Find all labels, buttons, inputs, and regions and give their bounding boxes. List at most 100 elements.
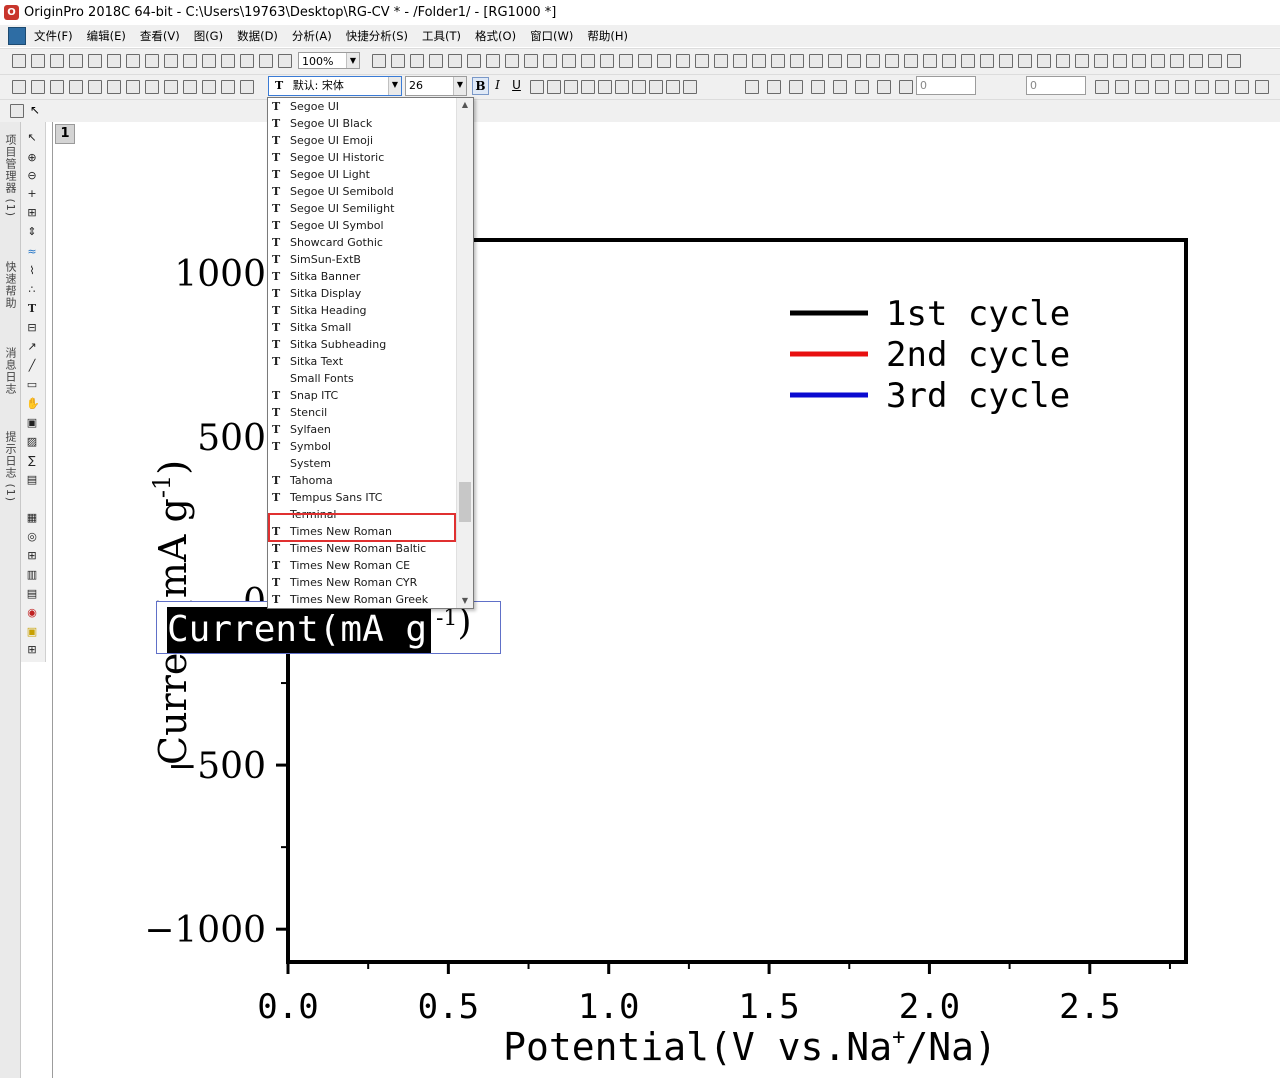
- truetype-icon: T: [272, 185, 281, 198]
- y-title-selected-text[interactable]: Current(mA g: [167, 607, 432, 653]
- truetype-icon: T: [272, 542, 281, 555]
- truetype-icon: T: [272, 321, 281, 334]
- y-title-sup: -1: [436, 606, 458, 631]
- x-axis-title-tail: /Na): [905, 1025, 997, 1069]
- font-list-item-label: Times New Roman CYR: [290, 576, 418, 589]
- x-axis-title-sup: +: [892, 1025, 905, 1050]
- font-list-item[interactable]: T Segoe UI: [268, 98, 454, 115]
- x-tick-label[interactable]: 1.5: [738, 987, 799, 1027]
- font-list-item[interactable]: T SimSun-ExtB: [268, 251, 454, 268]
- y-tick-label[interactable]: 500: [197, 418, 266, 459]
- x-tick-label[interactable]: 2.5: [1059, 987, 1120, 1027]
- font-list-item-label: Segoe UI Symbol: [290, 219, 384, 232]
- x-tick-label[interactable]: 1.0: [578, 987, 639, 1027]
- scroll-up-icon[interactable]: ▲: [457, 98, 473, 112]
- legend-label[interactable]: 3rd cycle: [886, 376, 1070, 416]
- font-list-item[interactable]: T Sitka Subheading: [268, 336, 454, 353]
- dropdown-scrollbar[interactable]: ▲ ▼: [456, 98, 473, 608]
- font-list-item-label: Sitka Subheading: [290, 338, 387, 351]
- font-list-item[interactable]: T Segoe UI Light: [268, 166, 454, 183]
- font-list-item[interactable]: T Showcard Gothic: [268, 234, 454, 251]
- font-list-item[interactable]: T Sitka Banner: [268, 268, 454, 285]
- font-list-item[interactable]: T Segoe UI Black: [268, 115, 454, 132]
- truetype-icon: T: [272, 474, 281, 487]
- font-list-item[interactable]: T Segoe UI Symbol: [268, 217, 454, 234]
- font-list-item-label: Sitka Heading: [290, 304, 367, 317]
- font-list-item[interactable]: T Tempus Sans ITC: [268, 489, 454, 506]
- font-list-item[interactable]: T Sitka Text: [268, 353, 454, 370]
- font-list-item-label: Small Fonts: [290, 372, 354, 385]
- truetype-icon: T: [272, 270, 281, 283]
- font-list-item[interactable]: T Stencil: [268, 404, 454, 421]
- truetype-icon: T: [272, 202, 281, 215]
- font-list-item-label: Times New Roman Baltic: [290, 542, 427, 555]
- font-list-item-label: Sitka Display: [290, 287, 362, 300]
- font-list-item-label: Segoe UI Light: [290, 168, 370, 181]
- font-list-item[interactable]: T Sitka Heading: [268, 302, 454, 319]
- font-list-item[interactable]: T Times New Roman Baltic: [268, 540, 454, 557]
- truetype-icon: T: [272, 236, 281, 249]
- font-list-item[interactable]: T Tahoma: [268, 472, 454, 489]
- truetype-icon: T: [272, 389, 281, 402]
- font-list-item-label: Sitka Banner: [290, 270, 361, 283]
- truetype-icon: T: [272, 491, 281, 504]
- font-list-item-label: Symbol: [290, 440, 331, 453]
- font-list-item[interactable]: System: [268, 455, 454, 472]
- font-list-item-label: Segoe UI Black: [290, 117, 373, 130]
- truetype-icon: T: [272, 219, 281, 232]
- x-tick-label[interactable]: 0.0: [257, 987, 318, 1027]
- truetype-icon: T: [272, 253, 281, 266]
- x-tick-label[interactable]: 0.5: [418, 987, 479, 1027]
- scroll-down-icon[interactable]: ▼: [457, 594, 473, 608]
- font-list-item-label: Showcard Gothic: [290, 236, 383, 249]
- x-axis-title[interactable]: Potential(V vs.Na+/Na): [503, 1025, 997, 1069]
- font-list-item[interactable]: T Times New Roman Greek: [268, 591, 454, 608]
- scroll-thumb[interactable]: [459, 482, 471, 522]
- truetype-icon: T: [272, 559, 281, 572]
- font-list-item[interactable]: T Times New Roman CYR: [268, 574, 454, 591]
- font-list-item-label: Times New Roman CE: [290, 559, 411, 572]
- y-axis-title-sup: -1: [148, 475, 176, 498]
- font-list-item-label: Segoe UI Historic: [290, 151, 385, 164]
- truetype-icon: T: [272, 304, 281, 317]
- font-list-item-label: Stencil: [290, 406, 328, 419]
- truetype-icon: T: [272, 338, 281, 351]
- font-list-item-label: System: [290, 457, 332, 470]
- font-list-item[interactable]: T Times New Roman CE: [268, 557, 454, 574]
- font-list-item[interactable]: Small Fonts: [268, 370, 454, 387]
- font-list-item[interactable]: T Snap ITC: [268, 387, 454, 404]
- truetype-icon: T: [272, 423, 281, 436]
- font-list-item-label: Segoe UI Semilight: [290, 202, 395, 215]
- y-axis-title-close: ): [151, 460, 195, 475]
- font-list-item-label: Segoe UI Semibold: [290, 185, 394, 198]
- times-new-roman-highlight: [268, 513, 456, 542]
- font-list-item[interactable]: T Segoe UI Semilight: [268, 200, 454, 217]
- truetype-icon: T: [272, 151, 281, 164]
- font-list-item[interactable]: T Sitka Small: [268, 319, 454, 336]
- truetype-icon: T: [272, 440, 281, 453]
- font-list-item[interactable]: T Symbol: [268, 438, 454, 455]
- font-list-item-label: SimSun-ExtB: [290, 253, 361, 266]
- truetype-icon: T: [272, 406, 281, 419]
- truetype-icon: T: [272, 287, 281, 300]
- x-tick-label[interactable]: 2.0: [899, 987, 960, 1027]
- y-tick-label[interactable]: −500: [167, 746, 266, 787]
- legend-label[interactable]: 2nd cycle: [886, 335, 1070, 375]
- font-list-item-label: Segoe UI Emoji: [290, 134, 374, 147]
- font-list-item-label: Tahoma: [290, 474, 333, 487]
- font-list-item[interactable]: T Sitka Display: [268, 285, 454, 302]
- font-list-item[interactable]: T Sylfaen: [268, 421, 454, 438]
- truetype-icon: T: [272, 593, 281, 606]
- truetype-icon: T: [272, 168, 281, 181]
- font-list-item[interactable]: T Segoe UI Historic: [268, 149, 454, 166]
- font-list-item-label: Sitka Text: [290, 355, 344, 368]
- font-list-item[interactable]: T Segoe UI Semibold: [268, 183, 454, 200]
- truetype-icon: T: [272, 134, 281, 147]
- y-tick-label[interactable]: −1000: [144, 910, 266, 951]
- font-list-item[interactable]: T Segoe UI Emoji: [268, 132, 454, 149]
- font-list-item-label: Segoe UI: [290, 100, 340, 113]
- font-list-item-label: Times New Roman Greek: [290, 593, 429, 606]
- legend-label[interactable]: 1st cycle: [886, 294, 1070, 334]
- cv-chart: Potential(V vs.Na+/Na) Current(mA g-1) 0…: [144, 238, 1188, 1069]
- y-tick-label[interactable]: 1000: [174, 254, 266, 295]
